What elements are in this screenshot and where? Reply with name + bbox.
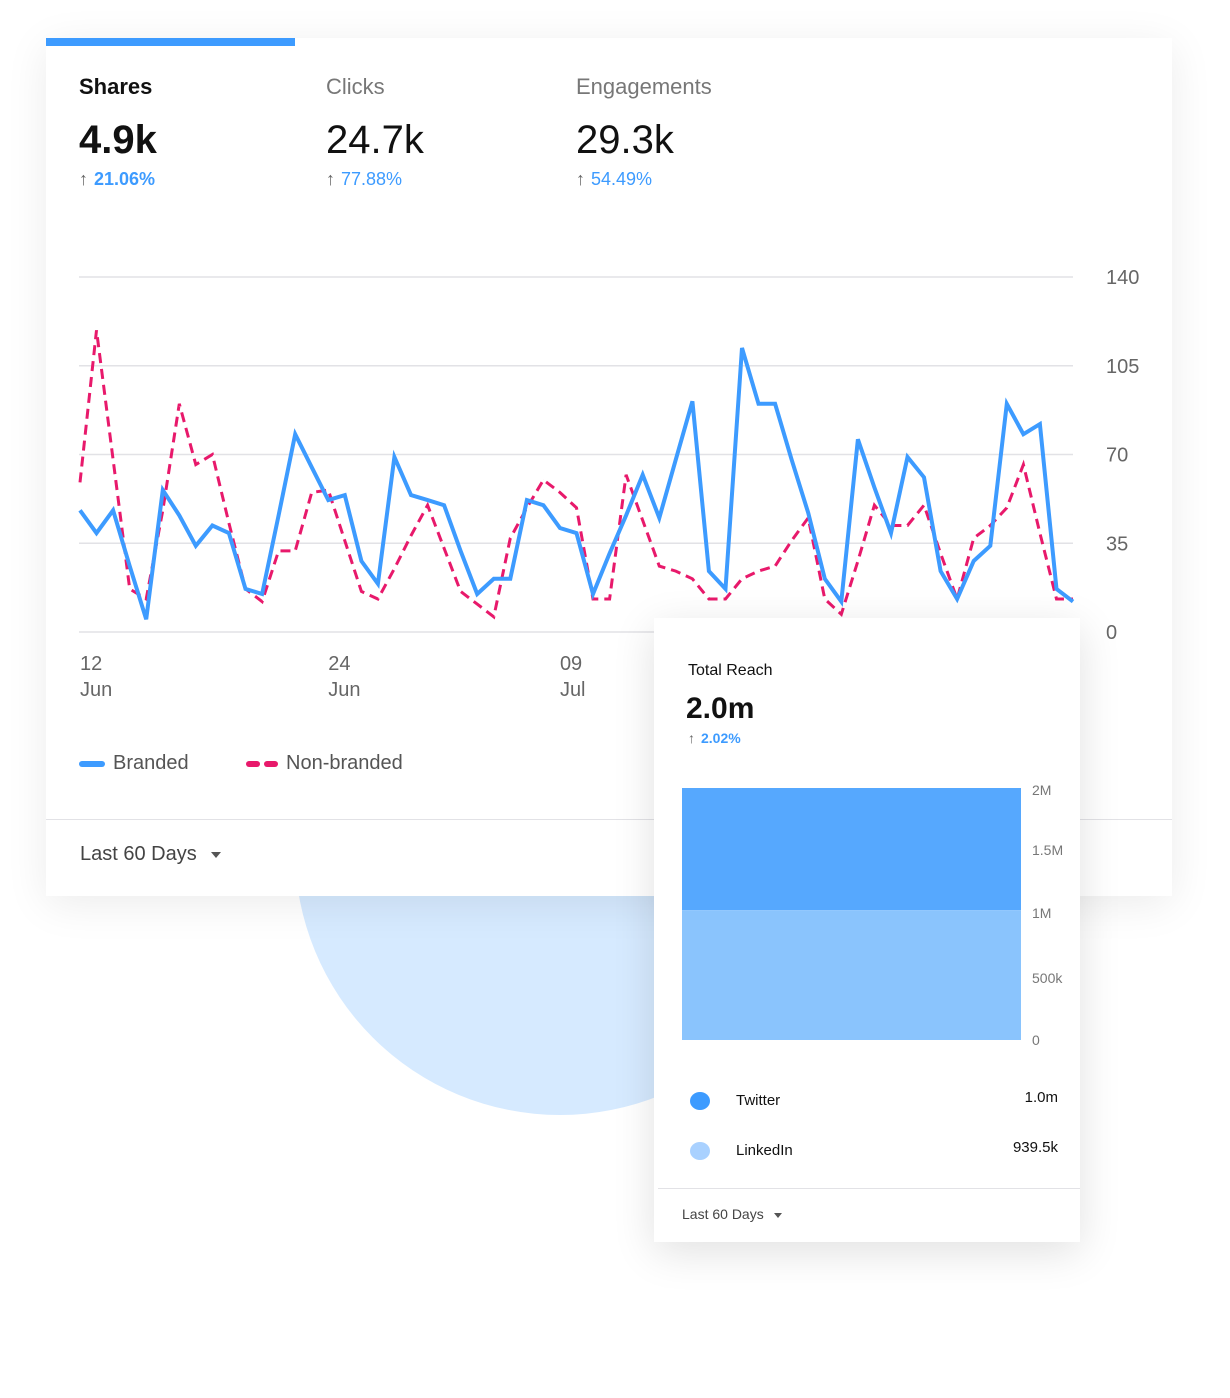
y-tick-label: 1.5M: [1032, 842, 1063, 858]
legend-label: Branded: [113, 752, 189, 774]
source-value: 1.0m: [1024, 1089, 1058, 1106]
divider: [658, 1188, 1080, 1189]
caret-down-icon: [210, 851, 221, 858]
y-tick-label: 0: [1106, 622, 1117, 644]
x-tick-day: 24: [328, 653, 350, 675]
y-tick-label: 35: [1106, 533, 1128, 555]
y-tick-label: 500k: [1032, 970, 1063, 986]
y-tick-label: 1M: [1032, 905, 1051, 921]
date-range-label: Last 60 Days: [682, 1206, 764, 1222]
legend-label: Non-branded: [286, 752, 403, 774]
legend-dash-swatch: [264, 760, 278, 767]
twitter-dot-icon: [690, 1092, 710, 1110]
date-range-dropdown[interactable]: Last 60 Days: [80, 843, 221, 866]
x-tick-day: 09: [560, 653, 582, 675]
source-name: Twitter: [736, 1092, 781, 1109]
y-tick-label: 105: [1106, 356, 1139, 378]
x-tick-month: Jun: [80, 679, 112, 701]
date-range-label: Last 60 Days: [80, 843, 197, 865]
date-range-dropdown[interactable]: Last 60 Days: [682, 1206, 782, 1222]
y-tick-label: 140: [1106, 267, 1139, 289]
x-tick-month: Jul: [560, 679, 586, 701]
source-value: 939.5k: [1012, 1139, 1058, 1156]
legend-dash-swatch: [246, 760, 260, 767]
branded-line: [78, 347, 1075, 620]
legend-solid-swatch: [79, 760, 105, 767]
y-tick-label: 0: [1032, 1032, 1040, 1048]
non-branded-line: [78, 330, 1073, 620]
area-chart: 0 500k 1M 1.5M 2M: [682, 782, 1063, 1048]
caret-down-icon: [773, 1212, 782, 1218]
legend-non-branded[interactable]: Non-branded: [246, 752, 403, 775]
total-reach-card: Total Reach 2.0m ↑ 2.02% 0 500k 1M 1.5M 2M Tw…: [654, 618, 1080, 1242]
linkedin-area: [682, 910, 1021, 1040]
x-tick-day: 12: [80, 653, 102, 675]
y-tick-label: 70: [1106, 445, 1128, 467]
source-name: LinkedIn: [736, 1142, 793, 1159]
y-tick-label: 2M: [1032, 782, 1051, 798]
twitter-area: [682, 788, 1021, 911]
x-tick-month: Jun: [328, 679, 360, 701]
legend-branded[interactable]: Branded: [79, 752, 189, 775]
linkedin-dot-icon: [690, 1142, 710, 1160]
